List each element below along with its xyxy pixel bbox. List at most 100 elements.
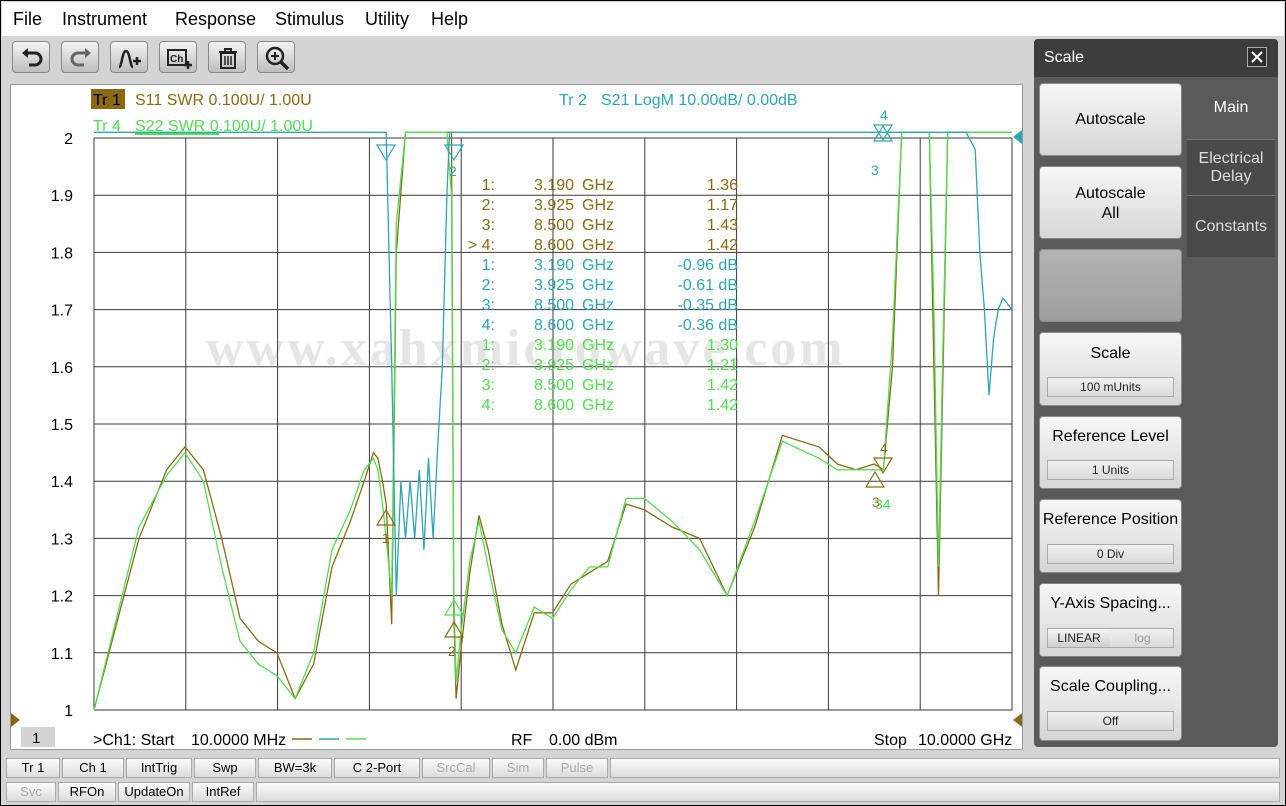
marker-row-frequency[interactable]: 8.500 — [534, 377, 574, 394]
tr2-id[interactable]: Tr 2 — [559, 92, 587, 109]
marker-row-number[interactable]: 3: — [482, 217, 495, 234]
y-axis-spacing-toggle[interactable]: LINEAR log — [1047, 628, 1174, 648]
scale-value[interactable]: 100 mUnits — [1047, 377, 1174, 397]
tab-main[interactable]: Main — [1187, 83, 1275, 139]
marker-3-tr2[interactable] — [872, 124, 894, 142]
marker-row-number[interactable]: 1: — [482, 337, 495, 354]
ref-arrow-tr2[interactable] — [1013, 130, 1022, 144]
reference-position-button[interactable]: Reference Position 0 Div — [1039, 499, 1182, 573]
status-sweep[interactable]: Swp — [194, 758, 256, 778]
marker-row-value[interactable]: 1.42 — [707, 397, 738, 414]
undo-button[interactable] — [12, 41, 50, 73]
status-updateon[interactable]: UpdateOn — [118, 782, 190, 802]
measurement-chart[interactable]: www.xahxmicrowave.com 2 1.9 1.8 1.7 1.6 1.5 1.… — [10, 84, 1023, 750]
marker-row-value[interactable]: 1.30 — [707, 337, 738, 354]
marker-row-frequency[interactable]: 8.500 — [534, 217, 574, 234]
marker-row-value[interactable]: 1.43 — [707, 217, 738, 234]
redo-button[interactable] — [61, 41, 99, 73]
ref-arrow-left[interactable] — [11, 713, 20, 727]
menu-utility[interactable]: Utility — [365, 9, 409, 30]
add-channel-button[interactable]: Ch — [159, 41, 197, 73]
marker-row-number[interactable]: 4: — [482, 397, 495, 414]
marker-row-value[interactable]: -0.35 dB — [678, 297, 738, 314]
status-svc[interactable]: Svc — [6, 782, 56, 802]
marker-3-tr1[interactable] — [864, 470, 886, 488]
stop-value[interactable]: 10.0000 GHz — [918, 732, 1012, 749]
marker-row-number[interactable]: 3: — [482, 377, 495, 394]
menu-response[interactable]: Response — [175, 9, 256, 30]
log-option[interactable]: log — [1112, 629, 1173, 647]
tr2-label[interactable]: S21 LogM 10.00dB/ 0.00dB — [601, 92, 798, 109]
rf-value[interactable]: 0.00 dBm — [549, 732, 617, 749]
marker-row-number[interactable]: 1: — [482, 177, 495, 194]
scale-coupling-button[interactable]: Scale Coupling... Off — [1039, 666, 1182, 741]
status-srccal[interactable]: SrcCal — [422, 758, 490, 778]
marker-row-frequency[interactable]: 3.925 — [534, 277, 574, 294]
menu-help[interactable]: Help — [431, 9, 468, 30]
panel-title-bar: Scale — [1034, 39, 1278, 77]
autoscale-all-button[interactable]: Autoscale All — [1039, 166, 1182, 239]
status-trigger[interactable]: IntTrig — [126, 758, 192, 778]
tab-electrical-delay[interactable]: Electrical Delay — [1187, 139, 1275, 195]
status-rfon[interactable]: RFOn — [58, 782, 116, 802]
marker-row-frequency[interactable]: 8.600 — [534, 397, 574, 414]
reference-level-value[interactable]: 1 Units — [1047, 460, 1174, 480]
panel-close-button[interactable] — [1247, 47, 1267, 67]
svg-text:34: 34 — [875, 496, 891, 512]
svg-text:2: 2 — [449, 163, 457, 179]
marker-row-value[interactable]: 1.42 — [707, 237, 738, 254]
marker-row-number[interactable]: 4: — [482, 317, 495, 334]
menu-file[interactable]: File — [13, 9, 42, 30]
marker-row-number[interactable]: > 4: — [468, 237, 495, 254]
zoom-icon — [265, 46, 290, 71]
status-sim[interactable]: Sim — [492, 758, 544, 778]
marker-row-value[interactable]: 1.36 — [707, 177, 738, 194]
linear-option[interactable]: LINEAR — [1048, 629, 1110, 647]
chart-svg[interactable]: www.xahxmicrowave.com 2 1.9 1.8 1.7 1.6 1.5 1.… — [11, 85, 1022, 749]
tr1-label[interactable]: S11 SWR 0.100U/ 1.00U — [135, 92, 312, 109]
marker-row-frequency[interactable]: 8.600 — [534, 237, 574, 254]
marker-row-frequency[interactable]: 3.190 — [534, 177, 574, 194]
marker-row-frequency[interactable]: 3.190 — [534, 257, 574, 274]
marker-row-frequency[interactable]: 3.925 — [534, 197, 574, 214]
status-tr1[interactable]: Tr 1 — [6, 758, 60, 778]
status-ch1[interactable]: Ch 1 — [62, 758, 124, 778]
zoom-button[interactable] — [257, 41, 295, 73]
marker-row-number[interactable]: 2: — [482, 277, 495, 294]
reference-level-button[interactable]: Reference Level 1 Units — [1039, 416, 1182, 489]
autoscale-button[interactable]: Autoscale — [1039, 83, 1182, 156]
menu-bar: File Instrument Response Stimulus Utilit… — [2, 2, 1284, 36]
marker-row-value[interactable]: -0.96 dB — [678, 257, 738, 274]
y-axis-spacing-button[interactable]: Y-Axis Spacing... LINEAR log — [1039, 583, 1182, 657]
marker-row-value[interactable]: 1.21 — [707, 357, 738, 374]
marker-row-value[interactable]: 1.17 — [707, 197, 738, 214]
marker-row-frequency[interactable]: 8.500 — [534, 297, 574, 314]
ref-arrow-right[interactable] — [1013, 713, 1022, 727]
status-bandwidth[interactable]: BW=3k — [258, 758, 332, 778]
marker-row-number[interactable]: 1: — [482, 257, 495, 274]
channel-number[interactable]: 1 — [32, 730, 40, 747]
marker-row-value[interactable]: -0.36 dB — [678, 317, 738, 334]
tab-constants[interactable]: Constants — [1187, 195, 1275, 257]
scale-coupling-value[interactable]: Off — [1047, 711, 1174, 731]
marker-row-frequency[interactable]: 3.190 — [534, 337, 574, 354]
delete-button[interactable] — [208, 41, 246, 73]
status-calibration[interactable]: C 2-Port — [334, 758, 420, 778]
toolbar: Ch — [2, 37, 1032, 79]
marker-row-value[interactable]: -0.61 dB — [678, 277, 738, 294]
menu-instrument[interactable]: Instrument — [62, 9, 147, 30]
tr1-id[interactable]: Tr 1 — [93, 92, 121, 109]
status-pulse[interactable]: Pulse — [546, 758, 608, 778]
marker-row-number[interactable]: 3: — [482, 297, 495, 314]
menu-stimulus[interactable]: Stimulus — [275, 9, 344, 30]
scale-button[interactable]: Scale 100 mUnits — [1039, 332, 1182, 406]
start-value[interactable]: 10.0000 MHz — [191, 732, 286, 749]
marker-row-number[interactable]: 2: — [482, 197, 495, 214]
reference-position-value[interactable]: 0 Div — [1047, 544, 1174, 564]
marker-row-frequency[interactable]: 8.600 — [534, 317, 574, 334]
marker-row-frequency[interactable]: 3.925 — [534, 357, 574, 374]
marker-row-value[interactable]: 1.42 — [707, 377, 738, 394]
add-marker-button[interactable] — [110, 41, 148, 73]
status-intref[interactable]: IntRef — [192, 782, 254, 802]
marker-row-number[interactable]: 2: — [482, 357, 495, 374]
